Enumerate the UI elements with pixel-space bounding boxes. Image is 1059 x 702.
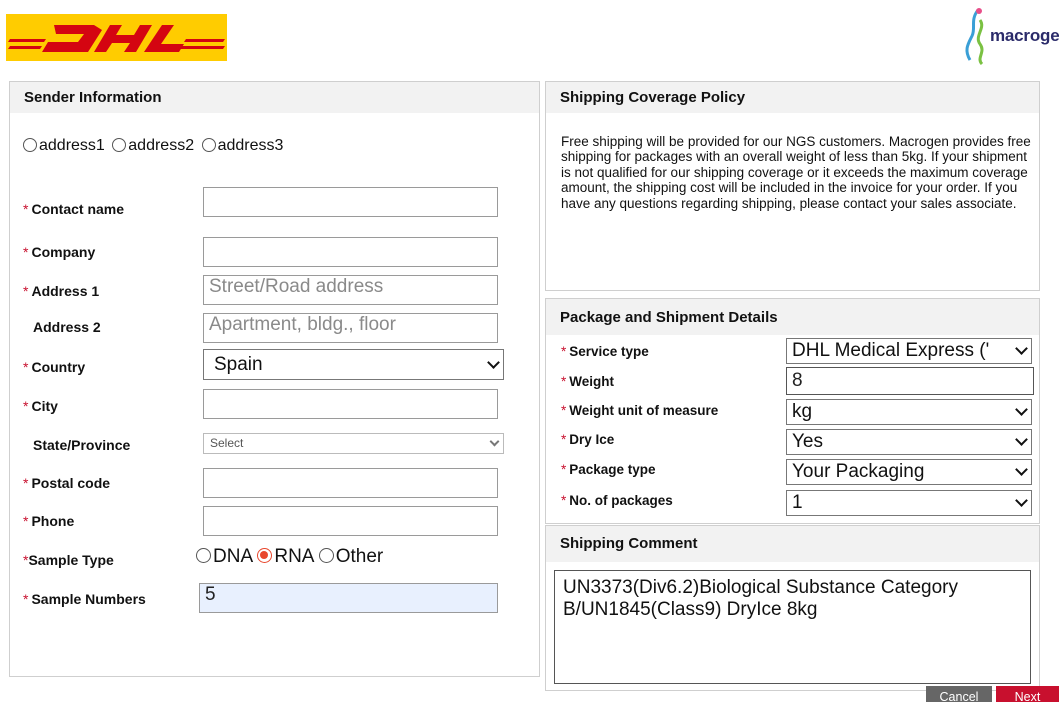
- num-packages-label: * No. of packages: [561, 493, 673, 508]
- macrogen-wordmark: macrogen: [990, 26, 1059, 45]
- address3-radio[interactable]: [201, 138, 216, 152]
- dna-label: DNA: [213, 546, 253, 567]
- comment-panel-title: Shipping Comment: [546, 526, 1039, 562]
- package-details-panel: Package and Shipment Details * Service ty…: [545, 298, 1040, 524]
- country-select-value: Spain: [214, 354, 263, 375]
- coverage-panel-title: Shipping Coverage Policy: [546, 82, 1039, 113]
- country-select[interactable]: Spain: [203, 349, 504, 380]
- phone-label: * Phone: [23, 513, 75, 529]
- cancel-button[interactable]: Cancel: [926, 686, 992, 702]
- contact-name-label: * Contact name: [23, 201, 125, 217]
- postal-code-input[interactable]: [203, 468, 498, 498]
- company-input[interactable]: [203, 237, 498, 267]
- chevron-down-icon: [1015, 463, 1028, 476]
- shipping-comment-textarea[interactable]: UN3373(Div6.2)Biological Substance Categ…: [554, 570, 1031, 684]
- address3-label: address3: [217, 137, 284, 154]
- address-selector: address1 address2 address3: [23, 137, 286, 155]
- weight-label: * Weight: [561, 374, 615, 389]
- package-panel-title: Package and Shipment Details: [546, 299, 1039, 335]
- rna-radio[interactable]: [257, 548, 273, 563]
- chevron-down-icon: [1015, 433, 1028, 446]
- address2-label: address2: [128, 137, 195, 154]
- state-label: State/Province: [33, 437, 131, 453]
- weight-input[interactable]: 8: [786, 367, 1034, 395]
- service-type-value: DHL Medical Express (': [792, 340, 990, 361]
- rna-label: RNA: [274, 546, 314, 567]
- address2-input[interactable]: Apartment, bldg., floor: [203, 313, 498, 343]
- city-label: * City: [23, 398, 58, 414]
- num-packages-value: 1: [792, 492, 803, 513]
- country-label: * Country: [23, 359, 86, 375]
- other-label: Other: [335, 546, 384, 567]
- state-select[interactable]: Select: [203, 433, 504, 454]
- shipping-coverage-panel: Shipping Coverage Policy Free shipping w…: [545, 81, 1040, 291]
- service-type-select[interactable]: DHL Medical Express (': [786, 338, 1032, 364]
- dry-ice-select[interactable]: Yes: [786, 429, 1032, 455]
- comment-line-2: B/UN1845(Class9) DryIce 8kg: [563, 599, 818, 620]
- sample-type-label: *Sample Type: [23, 552, 114, 568]
- package-type-label: * Package type: [561, 462, 656, 477]
- address1-input[interactable]: Street/Road address: [203, 275, 498, 305]
- address1-field-label: * Address 1: [23, 283, 100, 299]
- address2-field-label: Address 2: [33, 319, 101, 335]
- comment-line-1: UN3373(Div6.2)Biological Substance Categ…: [563, 577, 958, 598]
- state-select-value: Select: [210, 436, 244, 450]
- chevron-down-icon: [489, 436, 500, 446]
- num-packages-select[interactable]: 1: [786, 490, 1032, 516]
- sample-type-radios: DNA RNA Other: [196, 546, 383, 568]
- service-type-label: * Service type: [561, 344, 649, 359]
- postal-code-label: * Postal code: [23, 475, 111, 491]
- package-type-value: Your Packaging: [792, 461, 925, 482]
- sender-panel-title: Sender Information: [10, 82, 539, 113]
- sample-numbers-input[interactable]: 5: [199, 583, 498, 613]
- dhl-logo: [6, 14, 227, 61]
- chevron-down-icon: [1015, 494, 1028, 507]
- company-label: * Company: [23, 244, 96, 260]
- dry-ice-value: Yes: [792, 431, 823, 452]
- sample-numbers-label: * Sample Numbers: [23, 591, 146, 607]
- other-radio[interactable]: [318, 548, 334, 563]
- weight-unit-value: kg: [792, 401, 813, 422]
- chevron-down-icon: [487, 355, 500, 369]
- weight-unit-select[interactable]: kg: [786, 399, 1032, 425]
- dry-ice-label: * Dry Ice: [561, 432, 615, 447]
- chevron-down-icon: [1015, 403, 1028, 416]
- address2-radio[interactable]: [112, 138, 127, 152]
- contact-name-input[interactable]: [203, 187, 498, 217]
- chevron-down-icon: [1015, 342, 1028, 355]
- phone-input[interactable]: [203, 506, 498, 536]
- sender-information-panel: Sender Information address1 address2 add…: [9, 81, 540, 677]
- address1-radio[interactable]: [23, 138, 37, 152]
- next-button[interactable]: Next: [996, 686, 1059, 702]
- shipping-comment-panel: Shipping Comment UN3373(Div6.2)Biologica…: [545, 525, 1040, 691]
- address1-label: address1: [39, 137, 105, 154]
- dna-radio[interactable]: [196, 548, 211, 563]
- package-type-select[interactable]: Your Packaging: [786, 459, 1032, 485]
- weight-unit-label: * Weight unit of measure: [561, 403, 719, 418]
- coverage-policy-text: Free shipping will be provided for our N…: [561, 134, 1031, 211]
- city-input[interactable]: [203, 389, 498, 419]
